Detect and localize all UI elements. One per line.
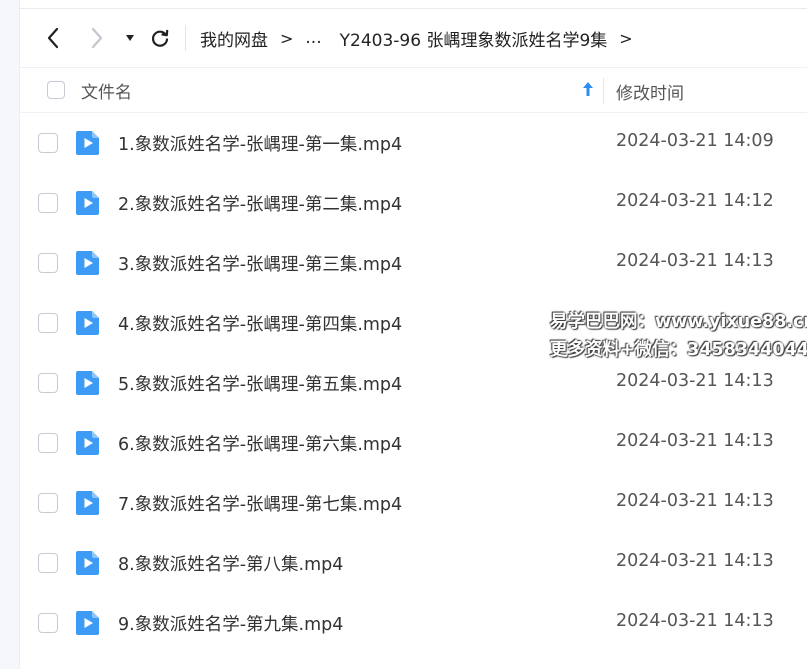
file-modified-time: 2024-03-21 14:13 <box>616 551 774 571</box>
file-list: 1.象数派姓名学-张嵎理-第一集.mp4 2024-03-21 14:09 2.… <box>19 113 807 653</box>
file-modified-time: 2024-03-21 14:12 <box>616 191 774 211</box>
column-divider[interactable] <box>603 78 604 104</box>
chevron-right-icon <box>91 27 103 49</box>
row-checkbox[interactable] <box>38 433 58 453</box>
file-row[interactable]: 7.象数派姓名学-张嵎理-第七集.mp4 2024-03-21 14:13 <box>19 473 807 533</box>
sort-up-arrow-icon[interactable] <box>582 81 594 97</box>
refresh-icon <box>151 29 169 47</box>
column-header-modified[interactable]: 修改时间 <box>616 79 684 104</box>
video-file-icon <box>76 611 99 635</box>
video-file-icon <box>76 371 99 395</box>
file-name[interactable]: 4.象数派姓名学-张嵎理-第四集.mp4 <box>118 311 402 336</box>
video-file-icon <box>76 431 99 455</box>
breadcrumb-ellipsis[interactable]: ... <box>305 28 321 48</box>
file-name[interactable]: 7.象数派姓名学-张嵎理-第七集.mp4 <box>118 491 402 516</box>
file-row[interactable]: 9.象数派姓名学-第九集.mp4 2024-03-21 14:13 <box>19 593 807 653</box>
caret-down-icon <box>126 35 134 41</box>
file-row[interactable]: 8.象数派姓名学-第八集.mp4 2024-03-21 14:13 <box>19 533 807 593</box>
file-modified-time: 2024-03-21 14:09 <box>616 131 774 151</box>
video-file-icon <box>76 491 99 515</box>
file-modified-time: 2024-03-21 14:13 <box>616 611 774 631</box>
forward-button[interactable] <box>77 18 117 58</box>
file-row[interactable]: 1.象数派姓名学-张嵎理-第一集.mp4 2024-03-21 14:09 <box>19 113 807 173</box>
watermark-line-1: 易学巴巴网：www.yixue88.cn <box>550 312 807 332</box>
file-name[interactable]: 2.象数派姓名学-张嵎理-第二集.mp4 <box>118 191 402 216</box>
toolbar: 我的网盘 > ... Y2403-96 张嵎理象数派姓名学9集 > <box>19 9 807 68</box>
file-modified-time: 2024-03-21 14:13 <box>616 371 774 391</box>
breadcrumb-root[interactable]: 我的网盘 <box>200 26 268 51</box>
file-name[interactable]: 6.象数派姓名学-张嵎理-第六集.mp4 <box>118 431 402 456</box>
back-button[interactable] <box>33 18 73 58</box>
breadcrumb-current[interactable]: Y2403-96 张嵎理象数派姓名学9集 <box>340 26 608 51</box>
row-checkbox[interactable] <box>38 133 58 153</box>
file-modified-time: 2024-03-21 14:13 <box>616 251 774 271</box>
breadcrumb-separator-icon: > <box>280 28 294 48</box>
video-file-icon <box>76 551 99 575</box>
toolbar-divider <box>185 25 186 51</box>
file-list-header: 文件名 修改时间 <box>19 68 807 113</box>
video-file-icon <box>76 311 99 335</box>
row-checkbox[interactable] <box>38 493 58 513</box>
file-name[interactable]: 8.象数派姓名学-第八集.mp4 <box>118 551 343 576</box>
file-modified-time: 2024-03-21 14:13 <box>616 491 774 511</box>
file-modified-time: 2024-03-21 14:13 <box>616 431 774 451</box>
file-row[interactable]: 3.象数派姓名学-张嵎理-第三集.mp4 2024-03-21 14:13 <box>19 233 807 293</box>
row-checkbox[interactable] <box>38 613 58 633</box>
row-checkbox[interactable] <box>38 313 58 333</box>
column-header-name[interactable]: 文件名 <box>81 78 561 103</box>
video-file-icon <box>76 251 99 275</box>
top-bar-edge <box>19 0 807 9</box>
file-name[interactable]: 9.象数派姓名学-第九集.mp4 <box>118 611 343 636</box>
file-name[interactable]: 1.象数派姓名学-张嵎理-第一集.mp4 <box>118 131 402 156</box>
video-file-icon <box>76 191 99 215</box>
refresh-button[interactable] <box>143 18 177 58</box>
file-row[interactable]: 2.象数派姓名学-张嵎理-第二集.mp4 2024-03-21 14:12 <box>19 173 807 233</box>
file-name[interactable]: 5.象数派姓名学-张嵎理-第五集.mp4 <box>118 371 402 396</box>
history-dropdown-button[interactable] <box>117 18 143 58</box>
file-name[interactable]: 3.象数派姓名学-张嵎理-第三集.mp4 <box>118 251 402 276</box>
row-checkbox[interactable] <box>38 373 58 393</box>
row-checkbox[interactable] <box>38 193 58 213</box>
breadcrumb: 我的网盘 > ... Y2403-96 张嵎理象数派姓名学9集 > <box>200 26 645 51</box>
row-checkbox[interactable] <box>38 553 58 573</box>
watermark-line-2: 更多资料+微信：3458344044 <box>550 340 807 360</box>
chevron-left-icon <box>47 27 59 49</box>
select-all-checkbox[interactable] <box>47 81 65 99</box>
breadcrumb-next-icon[interactable]: > <box>619 29 632 48</box>
file-row[interactable]: 6.象数派姓名学-张嵎理-第六集.mp4 2024-03-21 14:13 <box>19 413 807 473</box>
sidebar-edge <box>0 0 20 669</box>
video-file-icon <box>76 131 99 155</box>
row-checkbox[interactable] <box>38 253 58 273</box>
watermark: 易学巴巴网：www.yixue88.cn 更多资料+微信：3458344044 <box>550 308 807 364</box>
